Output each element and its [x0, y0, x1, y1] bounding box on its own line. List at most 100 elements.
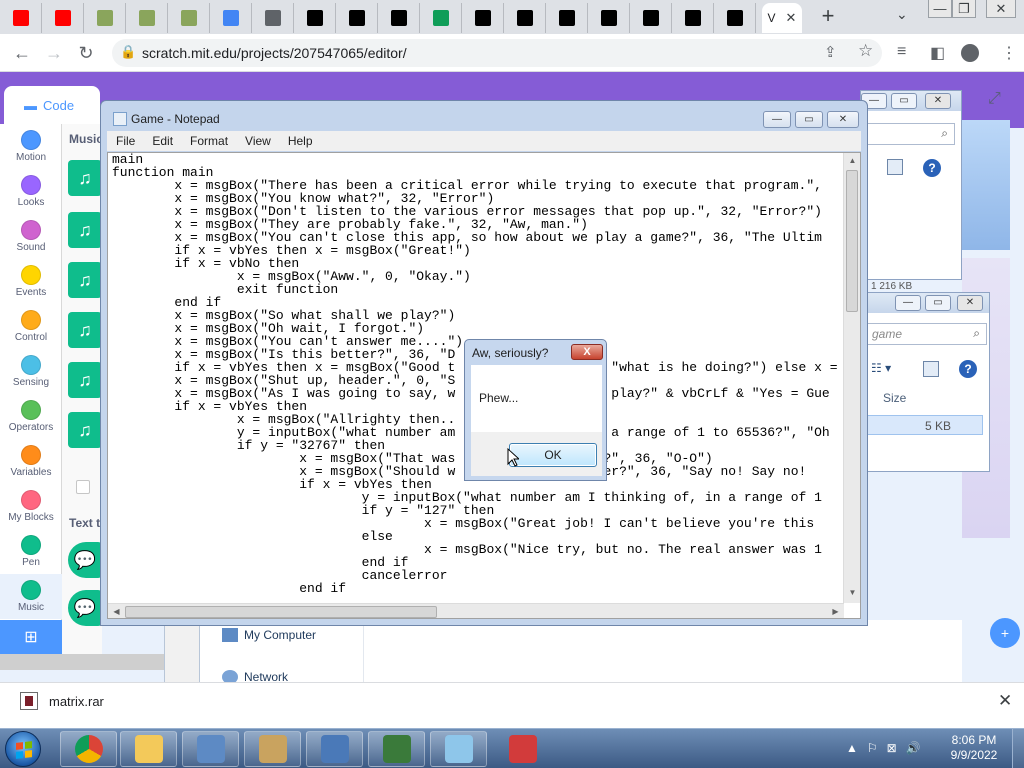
checkbox[interactable] — [76, 480, 90, 494]
code-line[interactable]: x = msgBox("So what shall we play?") — [112, 309, 842, 322]
browser-tab[interactable] — [126, 3, 168, 33]
code-line[interactable]: if y = "127" then — [112, 504, 842, 517]
browser-tab[interactable] — [630, 3, 672, 33]
code-line[interactable]: main — [112, 153, 842, 166]
bookmark-star-icon[interactable]: ☆ — [858, 41, 873, 61]
menu-format[interactable]: Format — [181, 131, 236, 151]
maximize-icon[interactable]: ▭ — [925, 295, 951, 311]
minimize-icon[interactable]: — — [895, 295, 921, 311]
browser-tab[interactable] — [588, 3, 630, 33]
taskbar-chrome[interactable] — [60, 731, 117, 767]
close-shelf-icon[interactable]: ✕ — [998, 691, 1012, 711]
explorer-search-input[interactable]: game ⌕ — [865, 323, 987, 345]
browser-tab[interactable] — [168, 3, 210, 33]
code-line[interactable]: function main — [112, 166, 842, 179]
category-variables[interactable]: Variables — [0, 439, 62, 484]
tab-active[interactable]: V ✕ — [762, 3, 802, 33]
vertical-scrollbar[interactable]: ▲ ▼ — [843, 153, 860, 603]
download-item[interactable]: matrix.rar — [20, 692, 104, 710]
add-sprite-button[interactable]: + — [990, 618, 1020, 648]
category-operators[interactable]: Operators — [0, 394, 62, 439]
code-tab[interactable]: ▬ Code — [4, 86, 100, 124]
code-line[interactable]: x = msgBox("Aww.", 0, "Okay.") — [112, 270, 842, 283]
new-tab-button[interactable]: + — [816, 4, 840, 28]
text-block[interactable]: 💬 — [68, 590, 102, 626]
code-line[interactable]: x = msgBox("Great job! I can't believe y… — [112, 517, 842, 530]
category-pen[interactable]: Pen — [0, 529, 62, 574]
help-icon[interactable]: ? — [923, 159, 941, 177]
profile-avatar[interactable] — [961, 44, 979, 62]
preview-pane-icon[interactable] — [923, 361, 939, 377]
code-line[interactable]: x = msgBox("Oh wait, I forgot.") — [112, 322, 842, 335]
view-options-icon[interactable]: ☷ ▾ — [871, 361, 891, 375]
taskbar-file-explorer[interactable] — [120, 731, 177, 767]
code-line[interactable]: end if — [112, 296, 842, 309]
menu-dots-icon[interactable]: ⋮ — [1001, 43, 1017, 63]
browser-tab[interactable] — [672, 3, 714, 33]
category-motion[interactable]: Motion — [0, 124, 62, 169]
fullscreen-icon[interactable]: ⤢ — [988, 90, 1001, 108]
close-icon[interactable]: ✕ — [925, 93, 951, 109]
music-block[interactable]: ♫ — [68, 312, 102, 348]
browser-tab[interactable] — [84, 3, 126, 33]
browser-tab[interactable] — [504, 3, 546, 33]
forward-arrow-icon[interactable]: → — [42, 41, 66, 65]
code-line[interactable]: x = msgBox("There has been a critical er… — [112, 179, 842, 192]
minimize-icon[interactable]: — — [763, 111, 791, 128]
text-block[interactable]: 💬 — [68, 542, 102, 578]
minimize-icon[interactable]: — — [928, 0, 952, 18]
browser-tab[interactable] — [336, 3, 378, 33]
scroll-down-icon[interactable]: ▼ — [844, 588, 860, 597]
url-text[interactable]: scratch.mit.edu/projects/207547065/edito… — [142, 45, 407, 61]
category-events[interactable]: Events — [0, 259, 62, 304]
nav-my-computer[interactable]: My Computer — [222, 628, 316, 642]
code-line[interactable]: end if — [112, 582, 842, 595]
reading-list-icon[interactable]: ≡ — [897, 43, 906, 61]
scroll-right-icon[interactable]: ▶ — [827, 607, 844, 616]
category-sensing[interactable]: Sensing — [0, 349, 62, 394]
add-extension-button[interactable]: ⊞ — [0, 620, 62, 656]
browser-tab[interactable] — [210, 3, 252, 33]
network-status-icon[interactable]: ⊠ — [887, 741, 897, 755]
close-icon[interactable]: ✕ — [957, 295, 983, 311]
browser-tab[interactable] — [546, 3, 588, 33]
reload-icon[interactable]: ↻ — [74, 41, 98, 65]
music-block[interactable]: ♫ — [68, 412, 102, 448]
size-column-header[interactable]: Size — [883, 391, 906, 405]
help-icon[interactable]: ? — [959, 360, 977, 378]
code-line[interactable]: y = inputBox("what number am I thinking … — [112, 491, 842, 504]
category-looks[interactable]: Looks — [0, 169, 62, 214]
explorer-search-input[interactable]: ⌕ — [865, 123, 955, 145]
menu-file[interactable]: File — [107, 131, 143, 151]
taskbar-network-program[interactable] — [306, 731, 363, 767]
scroll-left-icon[interactable]: ◀ — [108, 607, 125, 616]
action-center-icon[interactable]: ⚐ — [867, 741, 878, 755]
scroll-thumb[interactable] — [125, 606, 437, 618]
scroll-up-icon[interactable]: ▲ — [844, 156, 860, 165]
browser-tab[interactable] — [714, 3, 756, 33]
menu-help[interactable]: Help — [279, 131, 321, 151]
menu-edit[interactable]: Edit — [143, 131, 181, 151]
category-music[interactable]: Music — [0, 574, 62, 619]
show-desktop-button[interactable] — [1012, 729, 1024, 768]
code-line[interactable]: x = msgBox("You know what?", 32, "Error"… — [112, 192, 842, 205]
close-icon[interactable]: ✕ — [827, 111, 859, 128]
taskbar-control-panel[interactable] — [182, 731, 239, 767]
taskbar-cube-app[interactable] — [494, 731, 551, 767]
browser-tab[interactable] — [462, 3, 504, 33]
music-block[interactable]: ♫ — [68, 212, 102, 248]
code-line[interactable]: x = msgBox("Don't listen to the various … — [112, 205, 842, 218]
preview-pane-icon[interactable] — [887, 159, 903, 175]
maximize-icon[interactable]: ▭ — [795, 111, 823, 128]
code-line[interactable]: if x = vbNo then — [112, 257, 842, 270]
scroll-thumb[interactable] — [846, 170, 858, 312]
code-line[interactable]: if x = vbYes then x = msgBox("Great!") — [112, 244, 842, 257]
taskbar-system-monitor[interactable] — [368, 731, 425, 767]
share-icon[interactable]: ⇪ — [824, 43, 837, 61]
music-block[interactable]: ♫ — [68, 262, 102, 298]
horizontal-scrollbar[interactable]: ◀ ▶ — [108, 603, 844, 618]
code-line[interactable]: cancelerror — [112, 569, 842, 582]
side-panel-icon[interactable]: ◧ — [930, 43, 945, 63]
tab-search-icon[interactable]: ⌄ — [896, 6, 908, 23]
category-sound[interactable]: Sound — [0, 214, 62, 259]
